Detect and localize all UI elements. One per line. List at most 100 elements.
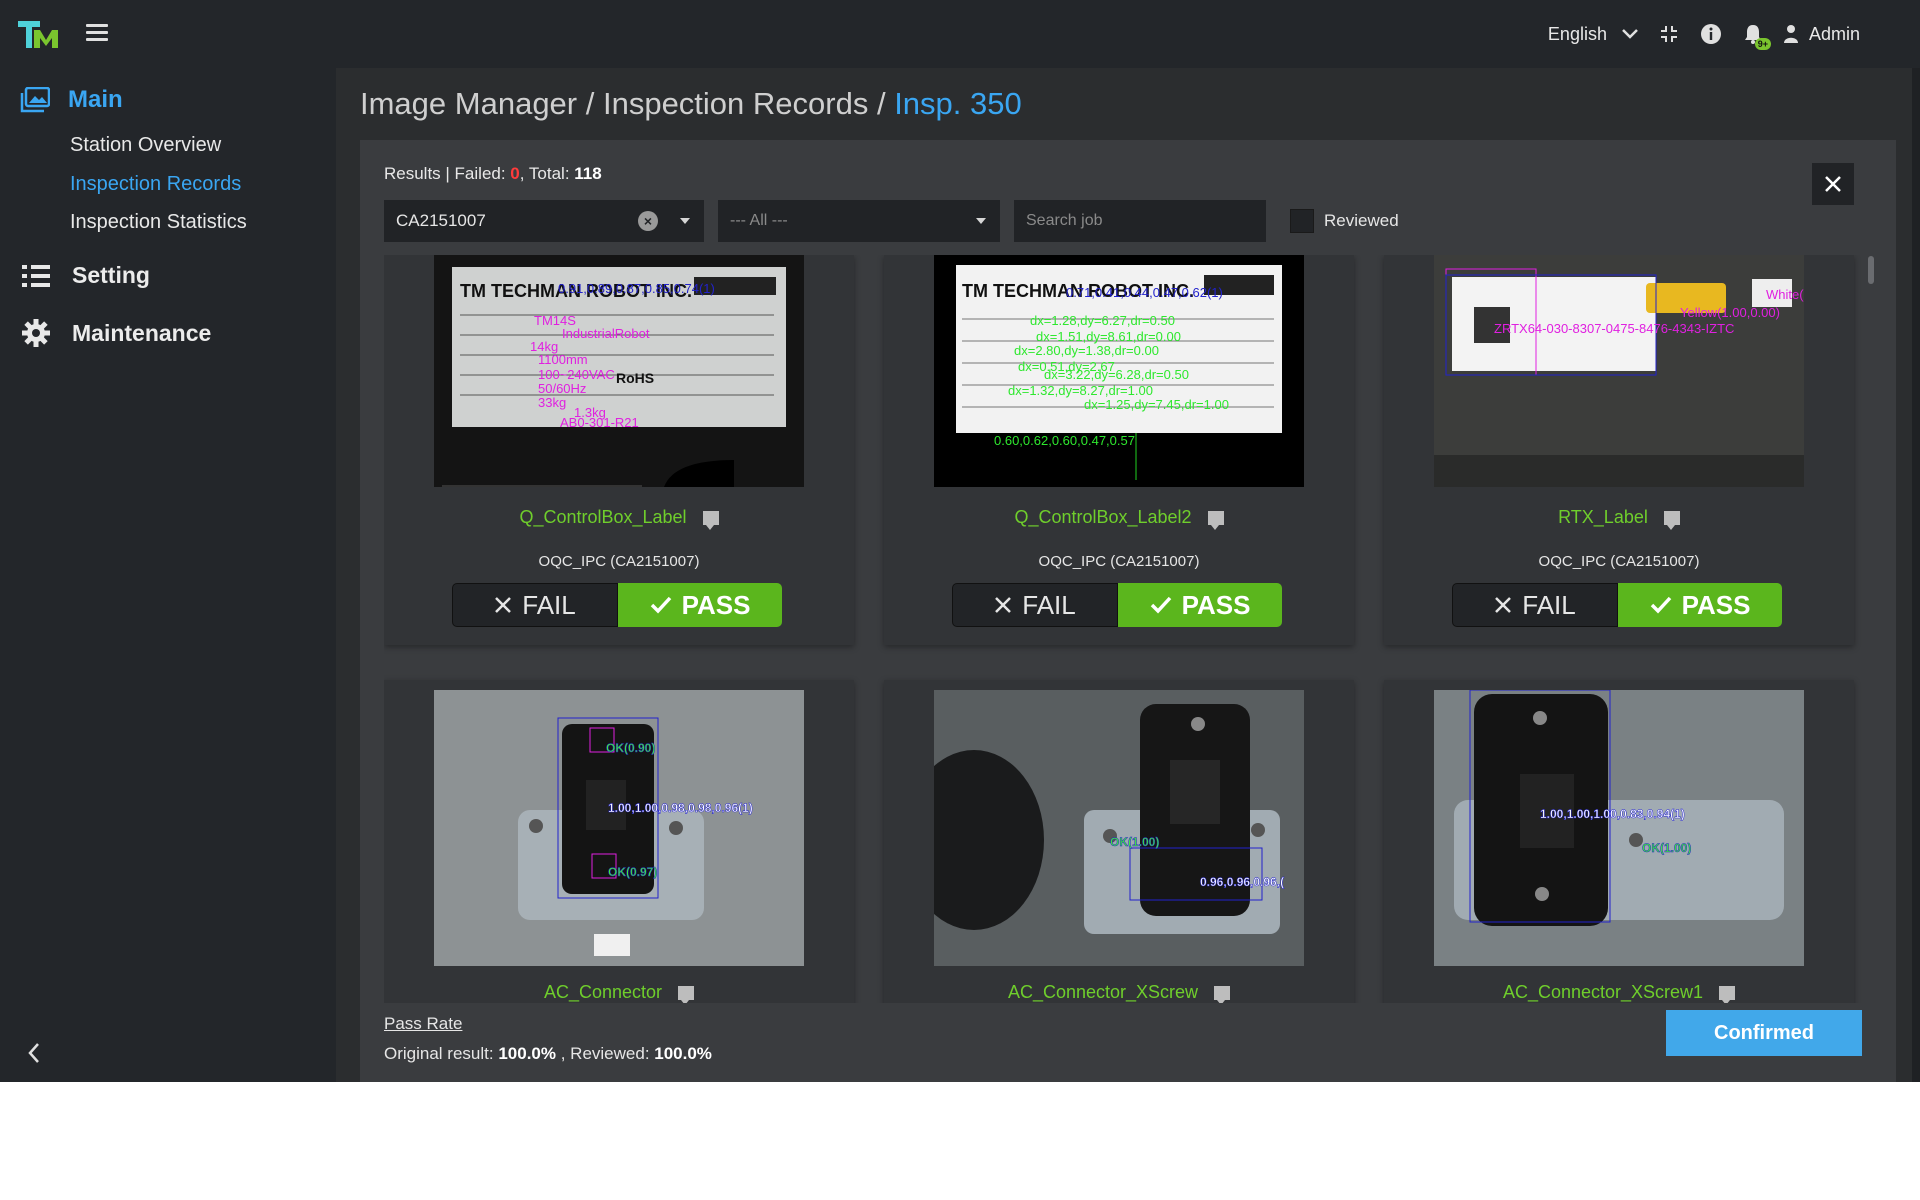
overlay-text: dx=1.25,dy=7.45,dr=1.00: [1084, 397, 1229, 412]
reviewed-label: Reviewed: [1324, 211, 1399, 230]
results-summary: Results | Failed: 0, Total: 118: [384, 164, 602, 184]
overlay-text: Yellow(1.00,0.00): [1680, 305, 1780, 320]
top-right-tools: English 9+ Admin: [1548, 0, 1860, 68]
review-buttons: FAIL PASS: [1452, 583, 1782, 627]
inspection-grid: TM TECHMAN ROBOT INC. RoHS 0.91,0.89,0.8…: [384, 255, 1884, 1003]
sidebar-item-station-overview[interactable]: Station Overview: [70, 134, 221, 157]
fail-button[interactable]: FAIL: [1452, 583, 1618, 627]
pass-label: PASS: [1681, 589, 1751, 620]
card-name[interactable]: AC_Connector: [544, 982, 662, 1003]
checkbox-box[interactable]: [1290, 209, 1314, 233]
sidebar: Main Station Overview Inspection Records…: [0, 68, 336, 1082]
comment-icon[interactable]: [678, 985, 695, 1003]
fail-button[interactable]: FAIL: [452, 583, 618, 627]
status-select[interactable]: --- All ---: [718, 200, 1000, 242]
close-button[interactable]: [1812, 163, 1854, 205]
inspection-image[interactable]: ZRTX64-030-8307-0475-8476-4343-IZTC Yell…: [1434, 255, 1804, 487]
card-name[interactable]: Q_ControlBox_Label2: [1014, 507, 1191, 528]
compress-icon[interactable]: [1657, 22, 1681, 46]
overlay-text: OK(0.97): [608, 865, 657, 879]
overlay-text: dx=1.28,dy=6.27,dr=0.50: [1030, 313, 1175, 328]
overlay-text: 1100mm: [538, 352, 588, 367]
comment-icon[interactable]: [1207, 510, 1224, 530]
breadcrumb-inspection-records[interactable]: Inspection Records: [603, 86, 868, 121]
overlay-text: 0.91,0.89,0.87,0.85,0.74(1): [558, 281, 715, 296]
card-title: AC_Connector_XScrew1: [1384, 982, 1854, 1003]
card-title: Q_ControlBox_Label2: [884, 507, 1354, 530]
inspection-image[interactable]: 1.00,1.00,1.00,0.83,0.94(1) OK(1.00): [1434, 690, 1804, 966]
overlay-text: IndustrialRobot: [562, 326, 650, 341]
comment-icon[interactable]: [1214, 985, 1231, 1003]
menu-icon[interactable]: [86, 24, 108, 42]
comment-icon[interactable]: [702, 510, 719, 530]
inspection-image[interactable]: TM TECHMAN ROBOT INC. RoHS 0.91,0.89,0.8…: [434, 255, 804, 487]
fail-label: FAIL: [1022, 589, 1076, 620]
grid-scrollbar[interactable]: [1868, 256, 1874, 284]
job-select-value: CA2151007: [396, 211, 486, 230]
inspection-panel: Results | Failed: 0, Total: 118 CA215100…: [360, 140, 1896, 1082]
overlay-text: ZRTX64-030-8307-0475-8476-4343-IZTC: [1494, 321, 1734, 336]
pass-rate-link[interactable]: Pass Rate: [384, 1014, 462, 1034]
check-icon: [650, 596, 671, 614]
card-name[interactable]: Q_ControlBox_Label: [519, 507, 686, 528]
user-name: Admin: [1808, 23, 1860, 44]
overlay-text: dx=2.80,dy=1.38,dr=0.00: [1014, 343, 1159, 358]
language-selector[interactable]: English: [1548, 24, 1639, 45]
user-menu[interactable]: Admin: [1783, 24, 1860, 45]
sidebar-main-label: Main: [68, 86, 123, 113]
pass-button[interactable]: PASS: [618, 583, 782, 627]
comment-icon[interactable]: [1719, 985, 1736, 1003]
original-label: Original result:: [384, 1044, 499, 1063]
overlay-text: OK(1.00): [1642, 841, 1691, 855]
filter-bar: CA2151007 × --- All --- Reviewed: [384, 200, 1399, 242]
overlay-text: 33kg: [538, 395, 566, 410]
inspection-image[interactable]: TM TECHMAN ROBOT INC. 0.71,0.41,0.44,0.4…: [934, 255, 1304, 487]
pass-button[interactable]: PASS: [1618, 583, 1782, 627]
x-icon: [1495, 597, 1512, 613]
card-station: OQC_IPC (CA2151007): [1538, 553, 1700, 570]
sidebar-setting[interactable]: Setting: [22, 262, 150, 289]
overlay-text: dx=1.32,dy=8.27,dr=1.00: [1008, 383, 1153, 398]
card-title: AC_Connector: [384, 982, 854, 1003]
check-icon: [1150, 596, 1171, 614]
gear-icon: [22, 319, 50, 347]
pass-rate-values: Original result: 100.0% , Reviewed: 100.…: [384, 1044, 712, 1064]
card-name[interactable]: AC_Connector_XScrew: [1008, 982, 1198, 1003]
clear-icon[interactable]: ×: [638, 211, 658, 231]
info-icon[interactable]: [1699, 22, 1723, 46]
tm-logo[interactable]: [18, 18, 58, 50]
job-select[interactable]: CA2151007 ×: [384, 200, 704, 242]
images-icon: [20, 87, 50, 113]
card-name[interactable]: AC_Connector_XScrew1: [1503, 982, 1703, 1003]
confirmed-button[interactable]: Confirmed: [1666, 1010, 1862, 1056]
overlay-text: 100~240VAC: [538, 367, 615, 382]
breadcrumb-current: Insp. 350: [894, 86, 1022, 121]
sidebar-maintenance[interactable]: Maintenance: [22, 319, 211, 347]
overlay-text: 0.71,0.41,0.44,0.47,0.62(1): [1066, 285, 1223, 300]
status-select-value: --- All ---: [730, 212, 788, 229]
search-job-input[interactable]: [1014, 200, 1266, 242]
comment-icon[interactable]: [1663, 510, 1680, 530]
sidebar-main[interactable]: Main: [20, 86, 123, 114]
pass-label: PASS: [1181, 589, 1251, 620]
card-title: RTX_Label: [1384, 507, 1854, 530]
overlay-text: 50/60Hz: [538, 381, 586, 396]
inspection-image[interactable]: OK(0.90) 1.00,1.00,0.98,0.98,0.96(1) OK(…: [434, 690, 804, 966]
page-scrollbar[interactable]: [1912, 68, 1920, 1082]
collapse-sidebar-icon[interactable]: [24, 1038, 44, 1068]
app-window: English 9+ Admin Main Station Overview I…: [0, 0, 1920, 1082]
pass-button[interactable]: PASS: [1118, 583, 1282, 627]
sidebar-item-inspection-statistics[interactable]: Inspection Statistics: [70, 211, 247, 234]
failed-count: 0: [510, 164, 520, 183]
chevron-down-icon: [1622, 29, 1638, 39]
fail-button[interactable]: FAIL: [952, 583, 1118, 627]
overlay-text: dx=1.51,dy=8.61,dr=0.00: [1036, 329, 1181, 344]
sidebar-maintenance-label: Maintenance: [72, 319, 212, 346]
breadcrumb-image-manager[interactable]: Image Manager: [360, 86, 577, 121]
breadcrumb-separator: /: [577, 86, 603, 121]
bell-icon[interactable]: 9+: [1741, 22, 1771, 50]
card-name[interactable]: RTX_Label: [1558, 507, 1648, 528]
reviewed-checkbox[interactable]: Reviewed: [1290, 209, 1399, 233]
inspection-image[interactable]: OK(1.00) 0.96,0.96,0.96,(: [934, 690, 1304, 966]
sidebar-item-inspection-records[interactable]: Inspection Records: [70, 173, 241, 196]
